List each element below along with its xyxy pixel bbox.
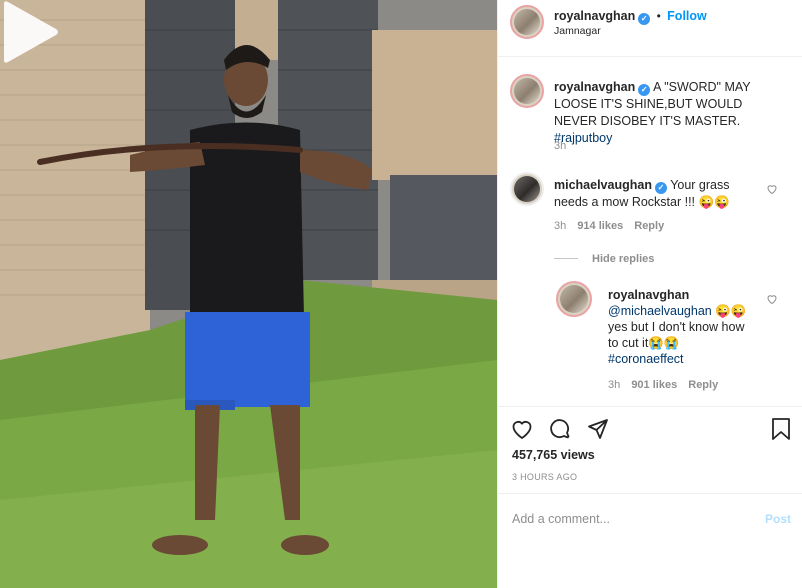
- comment-reply-button[interactable]: Reply: [634, 220, 664, 232]
- caption-username[interactable]: royalnavghan: [554, 80, 635, 94]
- author-username[interactable]: royalnavghan: [554, 9, 635, 23]
- video-frame: [0, 0, 497, 588]
- reply-username[interactable]: royalnavghan: [608, 288, 689, 302]
- post-location[interactable]: Jamnagar: [554, 25, 601, 37]
- reply-text: yes but I don't know how to cut it😭😭: [608, 320, 745, 350]
- footer-divider: [498, 493, 802, 494]
- reply-avatar[interactable]: [556, 281, 592, 317]
- comments-divider: [498, 406, 802, 407]
- reply-reply-button[interactable]: Reply: [688, 379, 718, 391]
- header-separator: •: [656, 9, 661, 23]
- hide-replies-label: Hide replies: [592, 253, 655, 265]
- comment-bubble-icon[interactable]: [548, 417, 572, 441]
- post-header: royalnavghan ✓ • Follow: [554, 9, 707, 25]
- author-avatar[interactable]: [510, 5, 544, 39]
- caption-text-block: royalnavghan ✓ A "SWORD" MAY LOOSE IT'S S…: [554, 79, 776, 147]
- header-divider: [498, 56, 802, 57]
- play-icon[interactable]: [0, 0, 60, 64]
- reply-heart-icon[interactable]: [766, 293, 778, 305]
- hide-replies-line: [554, 258, 578, 260]
- post-video[interactable]: [0, 0, 497, 588]
- verified-badge-icon: ✓: [638, 84, 651, 96]
- commenter-avatar[interactable]: [510, 172, 544, 206]
- paper-plane-icon[interactable]: [586, 417, 610, 441]
- verified-badge-icon: ✓: [638, 13, 651, 25]
- post-comment-button[interactable]: Post: [765, 512, 791, 526]
- comment-likes[interactable]: 914 likes: [577, 220, 623, 232]
- comment-time[interactable]: 3h: [554, 220, 566, 232]
- reply-mention-emoji: 😜😜: [715, 304, 747, 318]
- post-timestamp[interactable]: 3 HOURS AGO: [512, 472, 577, 482]
- reply-likes[interactable]: 901 likes: [631, 379, 677, 391]
- views-count[interactable]: 457,765 views: [512, 448, 595, 462]
- comment-meta: 3h 914 likes Reply: [554, 220, 664, 232]
- post-side-panel: royalnavghan ✓ • Follow Jamnagar royalnav…: [497, 0, 802, 588]
- reply-block: royalnavghan @michaelvaughan 😜😜 yes but …: [608, 287, 758, 367]
- caption-avatar[interactable]: [510, 74, 544, 108]
- comment-heart-icon[interactable]: [766, 183, 778, 195]
- heart-icon[interactable]: [510, 417, 534, 441]
- reply-mention[interactable]: @michaelvaughan: [608, 304, 712, 318]
- verified-badge-icon: ✓: [654, 182, 667, 194]
- comment-username[interactable]: michaelvaughan: [554, 178, 652, 192]
- hide-replies-button[interactable]: Hide replies: [554, 251, 654, 265]
- reply-time[interactable]: 3h: [608, 379, 620, 391]
- caption-time[interactable]: 3h: [554, 140, 566, 152]
- reply-hashtag[interactable]: #coronaeffect: [608, 352, 684, 366]
- follow-button[interactable]: Follow: [667, 9, 707, 23]
- reply-meta: 3h 901 likes Reply: [608, 379, 718, 391]
- bookmark-icon[interactable]: [770, 417, 792, 441]
- add-comment-input[interactable]: [512, 509, 732, 529]
- comment-block: michaelvaughan ✓ Your grass needs a mow R…: [554, 177, 754, 210]
